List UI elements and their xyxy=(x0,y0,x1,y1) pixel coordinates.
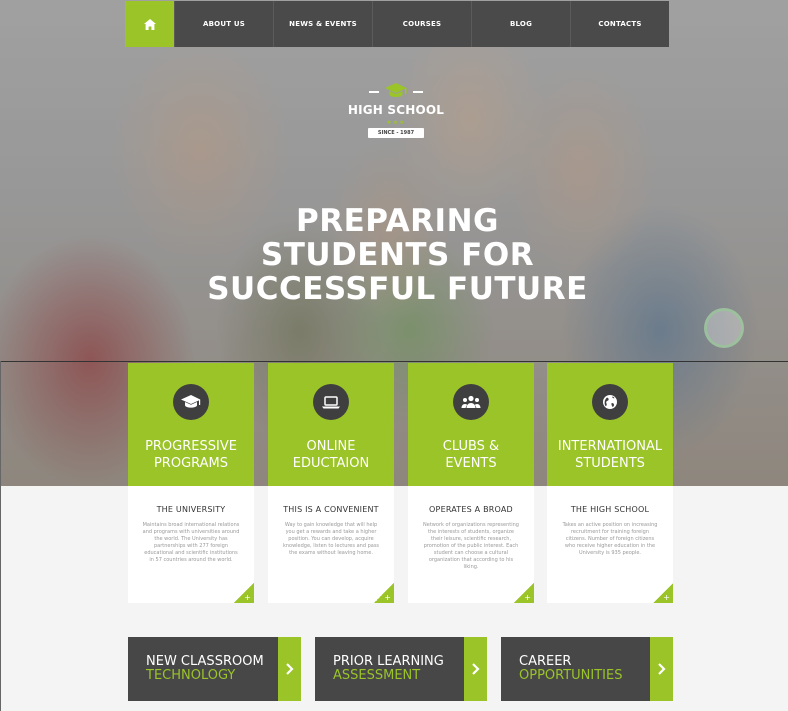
hero-headline: PREPARING STUDENTS FOR SUCCESSFUL FUTURE xyxy=(207,203,588,307)
logo-cap xyxy=(340,82,452,101)
card-more-button[interactable]: + xyxy=(234,583,254,603)
logo-line-left xyxy=(369,90,379,93)
home-icon xyxy=(143,15,156,34)
logo-name: HIGH SCHOOL xyxy=(347,103,445,117)
plus-icon: + xyxy=(244,593,251,602)
card-text: Way to gain knowledge that will help you… xyxy=(282,522,380,556)
info-card-convenient: THIS IS A CONVENIENT Way to gain knowled… xyxy=(268,486,394,603)
card-text: Takes an active position on increasing r… xyxy=(562,522,658,556)
feature-title-line2: STUDENTS xyxy=(575,456,645,471)
plus-icon: + xyxy=(384,593,391,602)
nav-item-about-us[interactable]: ABOUT US xyxy=(174,1,273,47)
info-card-university: THE UNIVERSITY Maintains broad internati… xyxy=(128,486,254,603)
card-more-button[interactable]: + xyxy=(514,583,534,603)
button-line2: OPPORTUNITIES xyxy=(519,668,623,683)
logo-since-ribbon: SINCE - 1987 xyxy=(368,128,424,138)
feature-title-line1: PROGRESSIVE xyxy=(145,439,237,454)
feature-title-line2: EDUCTAION xyxy=(292,456,370,471)
people-icon xyxy=(453,384,489,420)
plus-icon: + xyxy=(524,593,531,602)
info-card-high-school: THE HIGH SCHOOL Takes an active position… xyxy=(547,486,673,603)
nav-item-blog[interactable]: BLOG xyxy=(471,1,570,47)
button-line2: TECHNOLOGY xyxy=(146,668,236,683)
card-heading: THE HIGH SCHOOL xyxy=(570,505,650,514)
feature-title-line1: INTERNATIONAL xyxy=(557,439,663,454)
card-heading: THIS IS A CONVENIENT xyxy=(283,505,379,514)
prior-learning-assessment-button[interactable]: PRIOR LEARNING ASSESSMENT xyxy=(315,637,487,701)
card-text: Maintains broad international relations … xyxy=(142,522,240,563)
card-heading: OPERATES A BROAD xyxy=(429,505,513,514)
globe-icon xyxy=(592,384,628,420)
career-opportunities-button[interactable]: CAREER OPPORTUNITIES xyxy=(501,637,673,701)
slider-control[interactable] xyxy=(704,308,744,348)
site-logo[interactable]: HIGH SCHOOL ★★★ SINCE - 1987 xyxy=(340,82,452,138)
nav-home-button[interactable] xyxy=(125,1,174,47)
chevron-right-icon xyxy=(464,637,487,701)
info-card-operates: OPERATES A BROAD Network of organization… xyxy=(408,486,534,603)
feature-title-line1: CLUBS & xyxy=(442,439,500,454)
graduation-cap-icon xyxy=(173,384,209,420)
feature-progressive-programs[interactable]: PROGRESSIVE PROGRAMS xyxy=(128,363,254,486)
card-more-button[interactable]: + xyxy=(374,583,394,603)
feature-clubs-events[interactable]: CLUBS & EVENTS xyxy=(408,363,534,486)
chevron-right-icon xyxy=(650,637,673,701)
main-nav: ABOUT US NEWS & EVENTS COURSES BLOG CONT… xyxy=(125,1,669,47)
button-line1: NEW CLASSROOM xyxy=(146,654,264,669)
nav-item-courses[interactable]: COURSES xyxy=(372,1,471,47)
feature-title-line2: PROGRAMS xyxy=(153,456,229,471)
logo-stars: ★★★ xyxy=(386,119,406,126)
nav-item-contacts[interactable]: CONTACTS xyxy=(570,1,669,47)
card-heading: THE UNIVERSITY xyxy=(156,505,226,514)
logo-line-right xyxy=(413,90,423,93)
feature-international-students[interactable]: INTERNATIONAL STUDENTS xyxy=(547,363,673,486)
plus-icon: + xyxy=(663,593,670,602)
button-line1: CAREER xyxy=(519,654,572,669)
button-line2: ASSESSMENT xyxy=(333,668,421,683)
chevron-right-icon xyxy=(278,637,301,701)
button-line1: PRIOR LEARNING xyxy=(333,654,444,669)
nav-item-news-events[interactable]: NEWS & EVENTS xyxy=(273,1,372,47)
feature-title-line2: EVENTS xyxy=(445,456,497,471)
feature-online-education[interactable]: ONLINE EDUCTAION xyxy=(268,363,394,486)
feature-title-line1: ONLINE xyxy=(306,439,356,454)
frame-edge xyxy=(0,361,1,711)
divider-line xyxy=(0,361,788,362)
laptop-icon xyxy=(313,384,349,420)
new-classroom-technology-button[interactable]: NEW CLASSROOM TECHNOLOGY xyxy=(128,637,301,701)
card-text: Network of organizations representing th… xyxy=(423,522,519,570)
graduation-cap-logo-icon xyxy=(385,82,407,101)
card-more-button[interactable]: + xyxy=(653,583,673,603)
